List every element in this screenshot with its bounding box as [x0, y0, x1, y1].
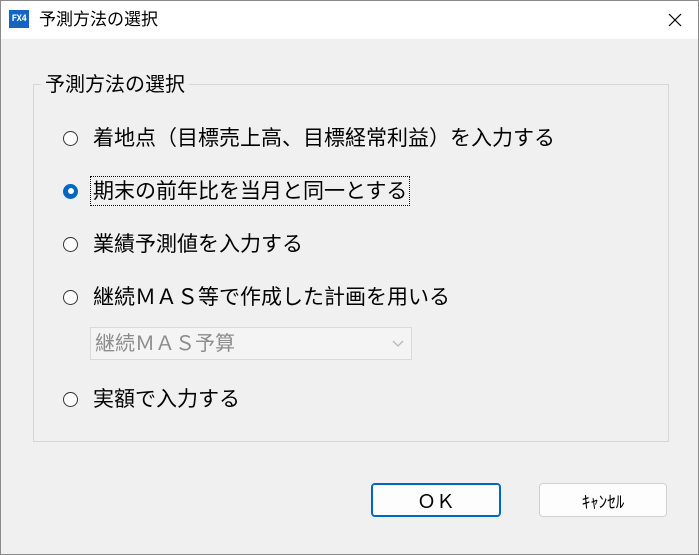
fx4-app-icon: FX4	[9, 10, 29, 28]
radio-label: 着地点（目標売上高、目標経常利益）を入力する	[93, 126, 555, 150]
close-icon	[668, 13, 682, 27]
radio-button[interactable]	[63, 391, 78, 407]
radio-label: 継続ＭＡＳ等で作成した計画を用いる	[93, 285, 450, 309]
radio-actual-amount-input[interactable]: 実額で入力する	[63, 383, 242, 415]
radio-forecast-value-input[interactable]: 業績予測値を入力する	[63, 228, 305, 260]
radio-button[interactable]	[63, 130, 78, 146]
cancel-button[interactable]: ｷｬﾝｾﾙ	[539, 483, 667, 517]
dropdown-selected-value: 継続ＭＡＳ予算	[95, 331, 235, 355]
radio-label: 期末の前年比を当月と同一とする	[89, 176, 411, 206]
mas-plan-dropdown[interactable]: 継続ＭＡＳ予算	[90, 327, 412, 360]
radio-button-checked[interactable]	[63, 183, 78, 199]
title-bar: FX4 予測方法の選択	[1, 1, 698, 39]
radio-label: 実額で入力する	[93, 387, 240, 411]
window-title: 予測方法の選択	[39, 10, 158, 30]
radio-label: 業績予測値を入力する	[93, 232, 303, 256]
dialog-window: FX4 予測方法の選択 予測方法の選択 着地点（目標売上高、目標経常利益）を入力…	[0, 0, 699, 555]
ok-button[interactable]: ＯＫ	[371, 483, 501, 517]
radio-use-mas-plan[interactable]: 継続ＭＡＳ等で作成した計画を用いる	[63, 281, 452, 313]
radio-same-yoy-ratio[interactable]: 期末の前年比を当月と同一とする	[63, 175, 411, 207]
radio-target-input[interactable]: 着地点（目標売上高、目標経常利益）を入力する	[63, 122, 557, 154]
chevron-down-icon	[392, 340, 404, 347]
close-button[interactable]	[652, 1, 698, 39]
radio-button[interactable]	[63, 289, 78, 305]
group-legend: 予測方法の選択	[41, 71, 189, 97]
radio-button[interactable]	[63, 236, 78, 252]
